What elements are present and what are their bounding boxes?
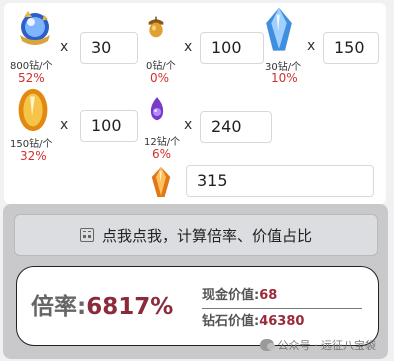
item-input-card: 800钻/个 52% x 30 0钻/个 0% x 100 30钻/个 10% … bbox=[4, 3, 386, 204]
calculator-icon bbox=[79, 228, 94, 242]
item-blue-orb: 800钻/个 52% x 30 bbox=[10, 5, 140, 85]
purple-flame-icon bbox=[150, 97, 164, 121]
quantity-input[interactable]: 100 bbox=[200, 32, 264, 64]
item-orange-crystal: 315 bbox=[142, 163, 382, 203]
calculate-button-label: 点我点我，计算倍率、价值占比 bbox=[101, 226, 312, 245]
item-blue-crystal: 30钻/个 10% x 150 bbox=[259, 3, 384, 87]
blue-crystal-icon bbox=[266, 7, 292, 51]
diamond-value-row: 钻石价值:46380 bbox=[202, 311, 362, 333]
multiply-sign: x bbox=[60, 117, 69, 133]
cash-value-row: 现金价值:68 bbox=[202, 285, 362, 307]
item-price: 800钻/个 bbox=[10, 61, 53, 72]
quantity-input[interactable]: 150 bbox=[323, 32, 379, 64]
multiply-sign: x bbox=[60, 39, 69, 55]
item-percent: 52% bbox=[18, 71, 45, 85]
item-price: 150钻/个 bbox=[10, 139, 53, 150]
item-percent: 10% bbox=[271, 71, 298, 85]
quantity-input[interactable]: 240 bbox=[200, 111, 272, 143]
watermark: 公众号 · 远征八宝袋 bbox=[259, 337, 377, 353]
rate-label: 倍率: bbox=[31, 294, 87, 320]
cash-value-label: 现金价值: bbox=[202, 288, 260, 303]
multiply-sign: x bbox=[184, 117, 193, 133]
blue-orb-icon bbox=[20, 11, 50, 45]
multiply-sign: x bbox=[184, 39, 193, 55]
result-card: 倍率:6817% 现金价值:68 钻石价值:46380 bbox=[16, 266, 379, 346]
diamond-value: 46380 bbox=[259, 314, 305, 329]
diamond-value-label: 钻石价值: bbox=[202, 314, 260, 329]
calculate-button[interactable]: 点我点我，计算倍率、价值占比 bbox=[14, 214, 378, 256]
item-acorn: 0钻/个 0% x 100 bbox=[142, 5, 272, 85]
value-breakdown: 现金价值:68 钻石价值:46380 bbox=[202, 285, 362, 333]
quantity-input[interactable]: 315 bbox=[186, 165, 374, 197]
divider bbox=[202, 308, 362, 309]
item-price: 0钻/个 bbox=[146, 61, 176, 72]
item-gold-crystal: 150钻/个 32% x 100 bbox=[10, 85, 140, 167]
item-price: 12钻/个 bbox=[144, 137, 181, 148]
item-purple-flame: 12钻/个 6% x 240 bbox=[142, 87, 272, 167]
page: 800钻/个 52% x 30 0钻/个 0% x 100 30钻/个 10% … bbox=[0, 0, 394, 361]
item-percent: 6% bbox=[152, 147, 172, 161]
quantity-input[interactable]: 30 bbox=[80, 32, 138, 64]
gold-crystal-icon bbox=[18, 88, 48, 132]
wechat-icon bbox=[259, 339, 275, 351]
result-panel: 点我点我，计算倍率、价值占比 倍率:6817% 现金价值:68 钻石价值:463… bbox=[3, 204, 388, 359]
watermark-text: 公众号 · 远征八宝袋 bbox=[277, 339, 377, 352]
multiply-sign: x bbox=[307, 38, 316, 54]
rate-display: 倍率:6817% bbox=[31, 287, 173, 321]
quantity-input[interactable]: 100 bbox=[80, 110, 138, 142]
item-percent: 0% bbox=[150, 71, 170, 85]
rate-value: 6817% bbox=[86, 294, 174, 320]
cash-value: 68 bbox=[259, 288, 278, 303]
item-percent: 32% bbox=[20, 149, 47, 163]
acorn-icon bbox=[148, 16, 164, 38]
orange-crystal-icon bbox=[151, 167, 171, 197]
